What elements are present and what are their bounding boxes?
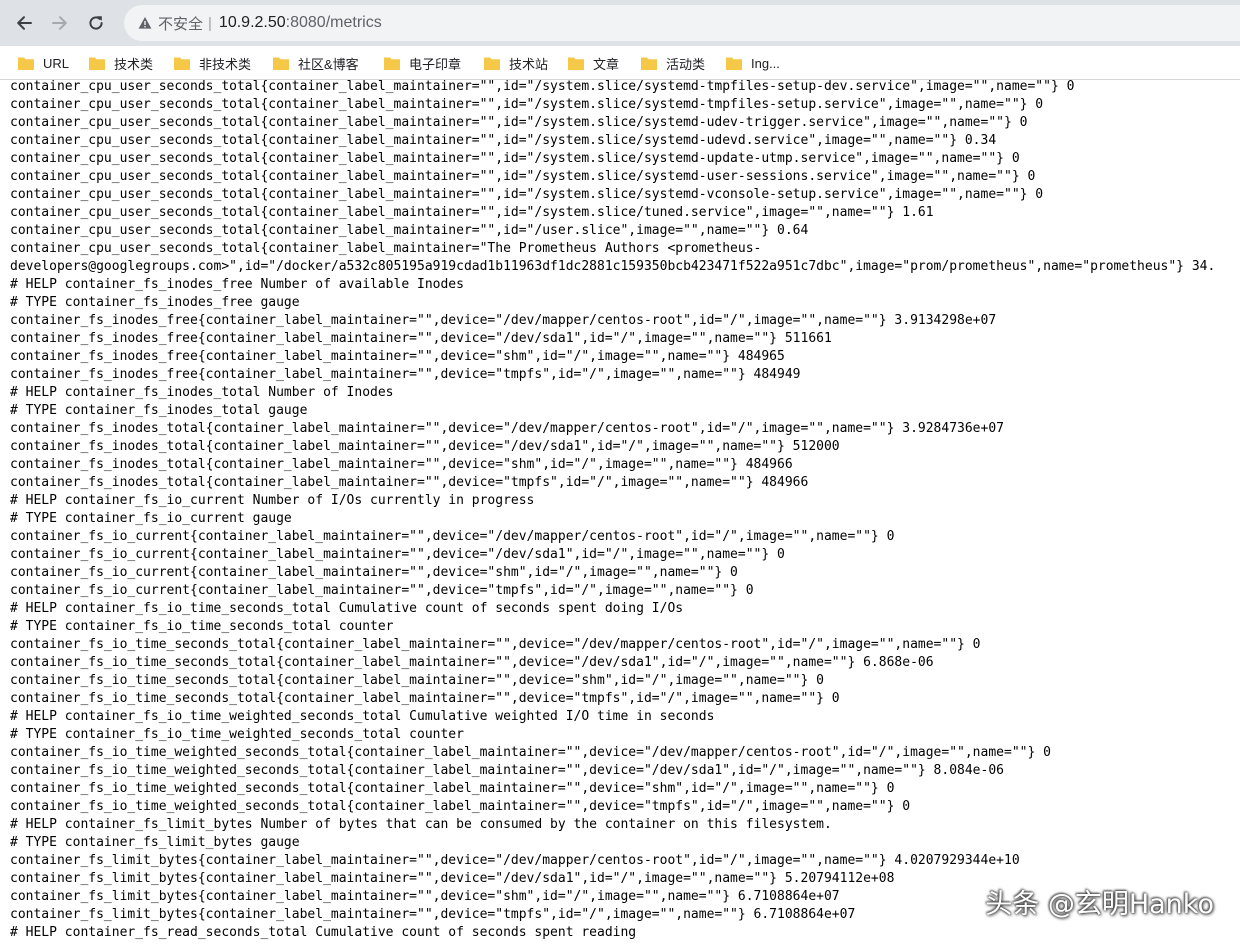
metrics-line: container_fs_inodes_free{container_label…: [10, 313, 997, 328]
folder-icon: [384, 57, 400, 70]
bookmark-label: 社区&博客: [298, 56, 359, 72]
forward-button[interactable]: [44, 7, 76, 39]
folder-icon: [89, 57, 105, 70]
bookmark-label: URL: [43, 55, 70, 71]
metrics-line: container_fs_inodes_total{container_labe…: [10, 421, 1004, 436]
metrics-line: container_fs_io_time_seconds_total{conta…: [10, 637, 981, 652]
metrics-line: container_fs_inodes_free{container_label…: [10, 331, 832, 346]
bookmark-label: Ing...: [751, 55, 780, 71]
metrics-line: container_cpu_user_seconds_total{contain…: [10, 241, 762, 256]
watermark: 头条 @玄明Hanko: [985, 889, 1214, 920]
address-bar[interactable]: 不安全 | 10.9.2.50 :8080/metrics: [124, 5, 1240, 41]
bookmark-label: 文章: [593, 56, 620, 72]
metrics-line: container_fs_io_current{container_label_…: [10, 547, 785, 562]
metrics-line: # TYPE container_fs_inodes_total gauge: [10, 403, 308, 418]
metrics-line: container_cpu_user_seconds_total{contain…: [10, 205, 934, 220]
warning-icon[interactable]: [138, 16, 152, 30]
bookmark-label: 非技术类: [199, 56, 252, 72]
reload-icon: [89, 16, 103, 30]
bookmark-folder-articles[interactable]: 文章: [568, 52, 619, 74]
metrics-line: # HELP container_fs_inodes_total Number …: [10, 385, 394, 400]
browser-toolbar: 不安全 | 10.9.2.50 :8080/metrics: [0, 0, 1240, 46]
url-path[interactable]: :8080/metrics: [286, 14, 382, 32]
bookmark-folder-e-seal[interactable]: 电子印章: [384, 52, 461, 74]
metrics-line: container_fs_io_time_seconds_total{conta…: [10, 655, 934, 670]
metrics-line: container_fs_inodes_free{container_label…: [10, 367, 801, 382]
reload-button[interactable]: [80, 7, 112, 39]
folder-icon: [18, 57, 34, 70]
metrics-line: developers@googlegroups.com>",id="/docke…: [10, 259, 1216, 274]
metrics-line: container_cpu_user_seconds_total{contain…: [10, 187, 1044, 202]
bookmark-folder-non-tech[interactable]: 非技术类: [174, 52, 251, 74]
metrics-line: container_fs_io_time_weighted_seconds_to…: [10, 781, 895, 796]
metrics-line: container_fs_io_time_seconds_total{conta…: [10, 691, 840, 706]
metrics-line: container_fs_io_current{container_label_…: [10, 583, 754, 598]
back-button[interactable]: [8, 7, 40, 39]
metrics-line: container_fs_io_current{container_label_…: [10, 529, 895, 544]
metrics-line: # TYPE container_fs_io_time_seconds_tota…: [10, 619, 394, 634]
metrics-line: container_cpu_user_seconds_total{contain…: [10, 151, 1020, 166]
metrics-line: # TYPE container_fs_io_current gauge: [10, 511, 292, 526]
bookmarks-bar: URL 技术类 非技术类 社区&博客 电子印章 技术站 文章 活动类 Ing..…: [0, 46, 1240, 80]
bookmark-label: 电子印章: [409, 56, 462, 72]
folder-icon: [641, 57, 657, 70]
metrics-text: container_cpu_user_seconds_total{contain…: [10, 80, 1215, 942]
metrics-line: container_fs_inodes_total{container_labe…: [10, 457, 793, 472]
bookmark-label: 活动类: [666, 56, 706, 72]
folder-icon: [484, 57, 500, 70]
metrics-line: container_cpu_user_seconds_total{contain…: [10, 97, 1044, 112]
metrics-line: container_cpu_user_seconds_total{contain…: [10, 115, 1028, 130]
metrics-line: # HELP container_fs_read_seconds_total C…: [10, 925, 637, 940]
folder-icon: [174, 57, 190, 70]
folder-icon: [273, 57, 289, 70]
metrics-line: container_fs_inodes_free{container_label…: [10, 349, 785, 364]
metrics-line: # HELP container_fs_io_time_weighted_sec…: [10, 709, 715, 724]
metrics-line: container_fs_io_time_weighted_seconds_to…: [10, 763, 1004, 778]
metrics-line: # HELP container_fs_limit_bytes Number o…: [10, 817, 832, 832]
arrow-right-icon: [52, 16, 67, 30]
metrics-line: container_fs_limit_bytes{container_label…: [10, 853, 1020, 868]
bookmark-label: 技术站: [509, 56, 549, 72]
metrics-line: container_cpu_user_seconds_total{contain…: [10, 80, 1075, 94]
url-host[interactable]: 10.9.2.50: [219, 14, 286, 32]
bookmark-folder-url[interactable]: URL: [18, 52, 69, 74]
bookmark-folder-tech[interactable]: 技术类: [89, 52, 153, 74]
security-status-label[interactable]: 不安全: [158, 13, 203, 34]
metrics-line: container_cpu_user_seconds_total{contain…: [10, 133, 997, 148]
bookmark-folder-tech-sites[interactable]: 技术站: [484, 52, 548, 74]
arrow-left-icon: [17, 16, 32, 30]
folder-icon: [568, 57, 584, 70]
metrics-line: container_fs_io_time_weighted_seconds_to…: [10, 745, 1051, 760]
metrics-line: container_cpu_user_seconds_total{contain…: [10, 223, 809, 238]
metrics-line: # TYPE container_fs_inodes_free gauge: [10, 295, 300, 310]
address-divider: |: [208, 14, 212, 32]
metrics-line: container_fs_inodes_total{container_labe…: [10, 439, 840, 454]
metrics-line: # TYPE container_fs_io_time_weighted_sec…: [10, 727, 464, 742]
bookmark-label: 技术类: [114, 56, 154, 72]
metrics-line: # TYPE container_fs_limit_bytes gauge: [10, 835, 300, 850]
metrics-line: container_fs_io_time_weighted_seconds_to…: [10, 799, 911, 814]
bookmark-folder-community-blog[interactable]: 社区&博客: [273, 52, 359, 74]
metrics-line: # HELP container_fs_io_time_seconds_tota…: [10, 601, 684, 616]
metrics-line: container_fs_io_current{container_label_…: [10, 565, 738, 580]
metrics-line: container_fs_io_time_seconds_total{conta…: [10, 673, 824, 688]
metrics-line: container_fs_inodes_total{container_labe…: [10, 475, 809, 490]
metrics-line: container_cpu_user_seconds_total{contain…: [10, 169, 1036, 184]
bookmark-folder-events[interactable]: 活动类: [641, 52, 705, 74]
metrics-line: # HELP container_fs_inodes_free Number o…: [10, 277, 464, 292]
metrics-page-content: container_cpu_user_seconds_total{contain…: [0, 80, 1240, 944]
bookmark-folder-ing[interactable]: Ing...: [726, 52, 780, 74]
folder-icon: [726, 57, 742, 70]
metrics-line: # HELP container_fs_io_current Number of…: [10, 493, 535, 508]
